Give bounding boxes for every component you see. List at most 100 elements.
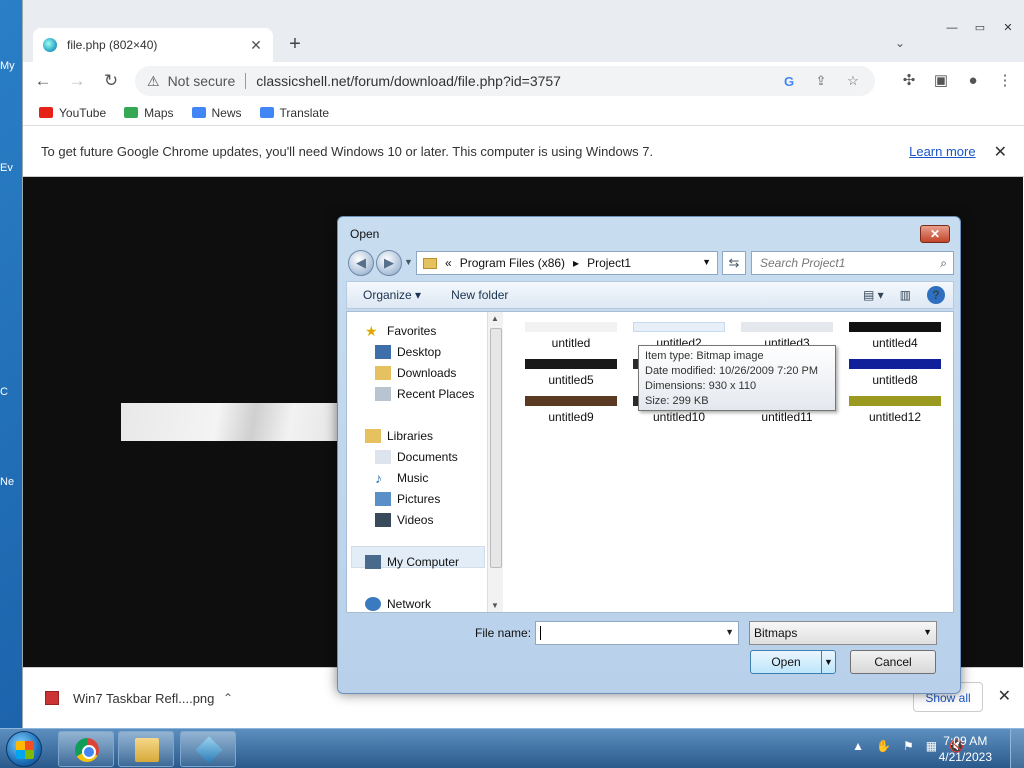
download-item-name[interactable]: Win7 Taskbar Refl....png [73,691,223,706]
refresh-icon[interactable]: ⇆ [722,251,746,275]
action-center-flag-icon[interactable]: ⚑ [903,739,914,753]
clock[interactable]: 7:09 AM 4/21/2023 [939,733,992,765]
minimize-button[interactable]: — [941,20,963,36]
file-item[interactable]: untitled8 [845,359,945,387]
warning-triangle-icon[interactable]: ⚠ [147,73,160,90]
start-button[interactable] [6,731,42,767]
bookmark-star-icon[interactable]: ☆ [843,73,863,89]
taskbar-explorer[interactable] [118,731,174,767]
path-dropdown-icon[interactable]: ▼ [702,257,711,267]
nav-label: Desktop [397,345,442,359]
preview-pane-icon[interactable]: ▥ [900,288,911,302]
nav-favorites[interactable]: ★ Favorites [365,324,436,338]
file-item[interactable]: untitled4 [845,322,945,350]
bookmark-maps[interactable]: Maps [124,106,174,120]
breadcrumb-project1[interactable]: Project1 [587,256,631,270]
help-icon[interactable]: ? [927,286,945,304]
bitmap-thumbnail [849,359,941,369]
desktop-icon-label[interactable]: Ev [0,162,22,174]
back-arrow-icon[interactable]: ← [29,67,57,95]
nav-downloads[interactable]: Downloads [375,366,456,380]
nav-desktop[interactable]: Desktop [375,345,441,359]
nav-recent-places[interactable]: Recent Places [375,387,474,401]
taskbar-project-app[interactable] [180,731,236,767]
close-tab-icon[interactable]: ✕ [249,37,263,54]
recent-places-icon [375,387,391,401]
nav-my-computer[interactable]: My Computer [365,555,459,569]
google-lens-icon[interactable]: G [779,74,799,89]
new-folder-button[interactable]: New folder [451,288,508,302]
bookmark-label: News [211,105,242,120]
chevron-up-icon[interactable]: ⌃ [223,691,233,705]
bookmark-news[interactable]: News [191,105,242,120]
chevron-down-icon[interactable]: ▼ [923,627,932,637]
maximize-button[interactable]: ▭ [969,20,991,36]
search-input[interactable]: Search Project1 ⌕ [751,251,954,275]
bookmark-translate[interactable]: Translate [259,106,329,120]
breadcrumb-separator-icon[interactable]: ▸ [573,256,579,270]
file-name-input[interactable]: ▼ [535,621,739,645]
not-secure-label[interactable]: Not secure [168,73,236,89]
text-caret [540,626,541,640]
address-bar[interactable]: ⚠ Not secure classicshell.net/forum/down… [135,66,875,96]
tab-search-chevron-icon[interactable]: ⌄ [895,36,905,50]
chevron-down-icon[interactable]: ▼ [725,627,734,637]
scroll-down-icon[interactable]: ▼ [491,601,499,610]
breadcrumb-program-files[interactable]: Program Files (x86) [460,256,565,270]
window-controls: — ▭ ✕ [941,20,1019,36]
forward-arrow-icon[interactable]: ▶ [376,250,402,276]
reload-icon[interactable]: ↻ [97,67,125,95]
nav-music[interactable]: ♪ Music [375,471,428,485]
desktop-icon-label[interactable]: My [0,60,22,72]
change-view-icon[interactable]: ▤ ▾ [863,288,884,302]
profile-avatar-icon[interactable]: ● [963,70,983,92]
file-item[interactable]: untitled5 [521,359,621,387]
file-type-select[interactable]: Bitmaps ▼ [749,621,937,645]
file-item[interactable]: untitled9 [521,396,621,424]
nav-network[interactable]: Network [365,597,431,611]
new-tab-button[interactable]: + [285,34,305,54]
file-item[interactable]: untitled12 [845,396,945,424]
open-file-dialog: Open ✕ ◀ ▶ ▼ « Program Files (x86) ▸ Pro… [337,216,961,694]
share-icon[interactable]: ⇪ [811,73,831,89]
learn-more-link[interactable]: Learn more [909,144,975,159]
forward-arrow-icon[interactable]: → [63,67,91,95]
show-desktop-button[interactable] [1010,729,1024,768]
scroll-up-icon[interactable]: ▲ [491,314,499,323]
close-window-button[interactable]: ✕ [997,20,1019,36]
nav-documents[interactable]: Documents [375,450,458,464]
bitmap-thumbnail [849,322,941,332]
open-button[interactable]: Open ▼ [750,650,836,674]
file-name: untitled4 [872,336,918,350]
tab-file-php[interactable]: file.php (802×40) ✕ [33,28,273,62]
organize-button[interactable]: Organize ▾ [363,288,421,302]
dialog-close-button[interactable]: ✕ [920,225,950,243]
breadcrumb[interactable]: « Program Files (x86) ▸ Project1 ▼ [416,251,718,275]
close-infobar-icon[interactable]: ✕ [994,142,1007,162]
nav-pictures[interactable]: Pictures [375,492,440,506]
network-icon[interactable]: ▦ [926,739,937,753]
nav-videos[interactable]: Videos [375,513,433,527]
search-icon[interactable]: ⌕ [940,256,947,271]
scrollbar-thumb[interactable] [490,328,502,568]
recent-locations-chevron-icon[interactable]: ▼ [404,257,413,267]
back-arrow-icon[interactable]: ◀ [348,250,374,276]
bookmark-youtube[interactable]: YouTube [39,106,106,120]
tray-app-icon[interactable]: ✋ [876,739,891,753]
extensions-puzzle-icon[interactable]: ✣ [899,70,919,92]
nav-scrollbar[interactable]: ▲ ▼ [487,312,503,612]
desktop-icon-label[interactable]: C [0,386,22,398]
kebab-menu-icon[interactable]: ⋮ [995,70,1015,92]
close-download-shelf-icon[interactable]: ✕ [998,686,1011,706]
open-split-chevron-icon[interactable]: ▼ [821,651,835,673]
cancel-button[interactable]: Cancel [850,650,936,674]
url-text[interactable]: classicshell.net/forum/download/file.php… [256,73,767,89]
nav-libraries[interactable]: Libraries [365,429,433,443]
taskbar-chrome[interactable] [58,731,114,767]
globe-icon [43,38,57,52]
desktop-icon-label[interactable]: Ne [0,476,22,488]
file-item[interactable]: untitled [521,322,621,350]
show-hidden-icons-icon[interactable]: ▲ [852,739,864,753]
breadcrumb-overflow[interactable]: « [445,256,452,270]
side-panel-icon[interactable]: ▣ [931,70,951,92]
